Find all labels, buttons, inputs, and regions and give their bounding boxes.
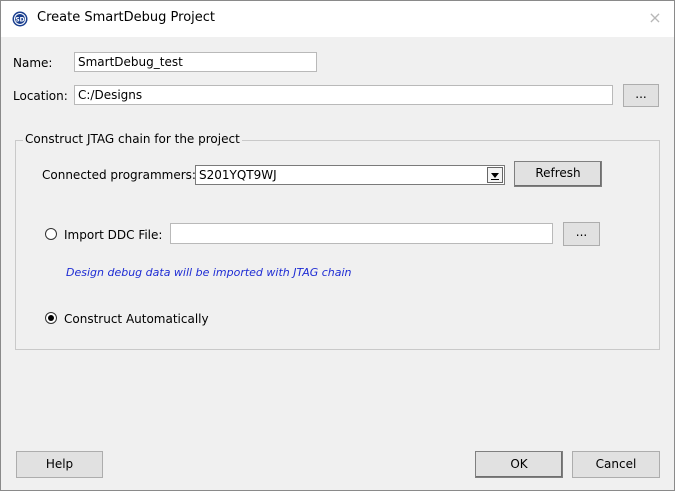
title-bar: SD Create SmartDebug Project × xyxy=(1,1,674,37)
location-field[interactable]: C:/Designs xyxy=(74,85,613,105)
svg-text:SD: SD xyxy=(15,17,24,24)
programmer-select[interactable]: S201YQT9WJ xyxy=(195,165,505,185)
construct-auto-label: Construct Automatically xyxy=(64,312,209,326)
location-browse-button[interactable]: ... xyxy=(623,84,659,107)
refresh-button[interactable]: Refresh xyxy=(514,161,602,187)
ddc-hint-text: Design debug data will be imported with … xyxy=(66,266,352,279)
ddc-file-field[interactable] xyxy=(170,223,553,244)
import-ddc-label: Import DDC File: xyxy=(64,228,163,242)
dialog-title: Create SmartDebug Project xyxy=(37,10,216,25)
dropdown-arrow-icon[interactable] xyxy=(487,167,503,183)
ok-button[interactable]: OK xyxy=(475,451,563,478)
cancel-button[interactable]: Cancel xyxy=(572,451,660,478)
close-button[interactable]: × xyxy=(644,7,666,29)
help-button[interactable]: Help xyxy=(16,451,103,478)
name-label: Name: xyxy=(13,56,53,70)
programmer-selected-value: S201YQT9WJ xyxy=(199,168,277,182)
programmers-label: Connected programmers: xyxy=(42,168,196,182)
import-ddc-radio[interactable] xyxy=(45,228,57,240)
ddc-browse-button[interactable]: ... xyxy=(563,222,600,246)
location-label: Location: xyxy=(13,89,68,103)
name-field[interactable]: SmartDebug_test xyxy=(74,52,317,72)
jtag-group-legend: Construct JTAG chain for the project xyxy=(23,132,242,146)
construct-auto-radio[interactable] xyxy=(45,312,57,324)
create-project-dialog: SD Create SmartDebug Project × Name: Sma… xyxy=(0,0,675,491)
smartdebug-logo-icon: SD xyxy=(12,11,28,27)
